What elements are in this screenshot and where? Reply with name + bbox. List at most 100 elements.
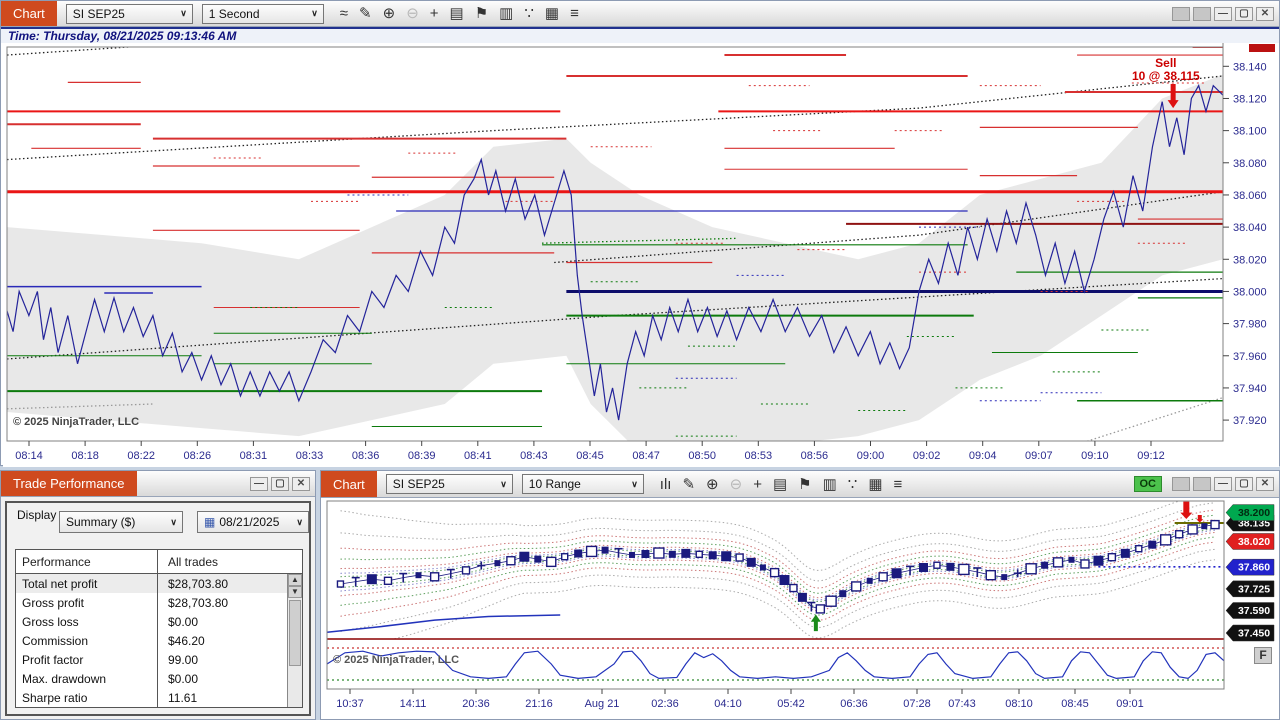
price-chart-1-second[interactable]: Sell 10 @ 38.115 38.140 38.120 38.100 38.080 3… bbox=[3, 43, 1279, 467]
chevron-down-icon: ∨ bbox=[180, 8, 187, 18]
zoom-in-icon[interactable]: ⊕ bbox=[383, 6, 396, 21]
table-row[interactable]: Total net profit $28,703.80 bbox=[16, 574, 302, 593]
scrollbar-thumb[interactable] bbox=[289, 600, 301, 666]
indicators-icon[interactable]: ▥ bbox=[823, 477, 837, 492]
data-box-icon[interactable]: ▤ bbox=[450, 6, 464, 21]
link-button-1[interactable] bbox=[1172, 477, 1190, 491]
metric-value: $46.20 bbox=[168, 633, 205, 648]
minimize-button[interactable]: — bbox=[250, 476, 268, 491]
instrument-selector[interactable]: SI SEP25 ∨ bbox=[385, 474, 513, 494]
display-selector[interactable]: Summary ($) ∨ bbox=[59, 511, 183, 533]
restore-button[interactable]: ▢ bbox=[1235, 477, 1253, 491]
svg-text:21:16: 21:16 bbox=[525, 698, 553, 710]
date-picker[interactable]: ▦ 08/21/2025 ∨ bbox=[197, 511, 309, 533]
strategies-icon[interactable]: ∵ bbox=[848, 477, 858, 492]
link-button-2[interactable] bbox=[1193, 6, 1211, 21]
svg-text:Sell: Sell bbox=[1155, 56, 1176, 70]
svg-text:08:45: 08:45 bbox=[1061, 698, 1089, 710]
window-title: Trade Performance bbox=[1, 471, 137, 496]
svg-text:10 @ 38.115: 10 @ 38.115 bbox=[1132, 69, 1200, 83]
oc-badge[interactable]: OC bbox=[1133, 476, 1162, 492]
svg-text:08:50: 08:50 bbox=[688, 450, 716, 462]
close-button[interactable]: ✕ bbox=[1256, 477, 1274, 491]
restore-button[interactable]: ▢ bbox=[1235, 6, 1253, 21]
svg-text:37.860: 37.860 bbox=[1238, 562, 1270, 574]
titlebar-trade-performance[interactable]: Trade Performance — ▢ ✕ bbox=[1, 471, 315, 497]
time-status: Time: Thursday, 08/21/2025 09:13:46 AM bbox=[1, 27, 1279, 43]
svg-text:38.060: 38.060 bbox=[1233, 190, 1267, 202]
data-box-icon[interactable]: ▤ bbox=[773, 477, 787, 492]
chart-style-icon[interactable]: ≈ bbox=[340, 6, 348, 21]
table-row[interactable]: Gross profit $28,703.80 bbox=[16, 593, 302, 612]
chart-toolbar: ılı ✎ ⊕ ⊖ + ▤ ⚑ ▥ ∵ ▦ ≡ bbox=[660, 477, 903, 492]
performance-table: Performance All trades Total net profit $… bbox=[15, 549, 303, 708]
minimize-button[interactable]: — bbox=[1214, 6, 1232, 21]
drawing-tools-icon[interactable]: ✎ bbox=[682, 477, 695, 492]
interval-selector[interactable]: 10 Range ∨ bbox=[521, 474, 644, 494]
scroll-down-icon[interactable]: ▼ bbox=[288, 586, 302, 598]
metric-value: 11.61 bbox=[168, 690, 198, 705]
table-row[interactable]: Sharpe ratio 11.61 bbox=[16, 688, 302, 707]
svg-text:37.980: 37.980 bbox=[1233, 319, 1267, 331]
chevron-down-icon: ∨ bbox=[296, 516, 303, 527]
table-scrollbar[interactable]: ▲ ▼ bbox=[287, 574, 302, 707]
svg-text:09:00: 09:00 bbox=[857, 450, 885, 462]
crosshair-icon[interactable]: + bbox=[753, 477, 762, 492]
strategies-icon[interactable]: ∵ bbox=[524, 6, 534, 21]
svg-text:08:41: 08:41 bbox=[464, 450, 492, 462]
window-buttons: — ▢ ✕ bbox=[1172, 6, 1274, 21]
chart-trader-icon[interactable]: ⚑ bbox=[475, 6, 488, 21]
display-label: Display bbox=[17, 508, 57, 522]
close-button[interactable]: ✕ bbox=[1256, 6, 1274, 21]
instrument-selector[interactable]: SI SEP25 ∨ bbox=[65, 3, 193, 24]
titlebar-top-chart[interactable]: Chart SI SEP25 ∨ 1 Second ∨ ≈ ✎ ⊕ ⊖ + ▤ ⚑ ▥ ∵ ▦ ≡ … bbox=[1, 1, 1279, 27]
svg-text:02:36: 02:36 bbox=[651, 698, 679, 710]
object-list-icon[interactable]: ≡ bbox=[894, 477, 903, 492]
table-rows: Total net profit $28,703.80 Gross profit $2… bbox=[16, 574, 302, 707]
chart-style-icon[interactable]: ılı bbox=[660, 477, 672, 492]
chart-toolbar: ≈ ✎ ⊕ ⊖ + ▤ ⚑ ▥ ∵ ▦ ≡ bbox=[340, 6, 579, 21]
column-header-performance[interactable]: Performance bbox=[16, 550, 158, 573]
svg-text:38.000: 38.000 bbox=[1233, 286, 1267, 298]
chart-window-top: Chart SI SEP25 ∨ 1 Second ∨ ≈ ✎ ⊕ ⊖ + ▤ ⚑ ▥ ∵ ▦ ≡ … bbox=[0, 0, 1280, 467]
titlebar-bottom-chart[interactable]: Chart SI SEP25 ∨ 10 Range ∨ ılı ✎ ⊕ ⊖ + ▤ ⚑ ▥ ∵ ▦… bbox=[321, 471, 1279, 498]
calendar-icon: ▦ bbox=[204, 515, 216, 529]
svg-text:09:02: 09:02 bbox=[913, 450, 941, 462]
table-row[interactable]: Max. drawdown $0.00 bbox=[16, 669, 302, 688]
metric-label: Gross loss bbox=[16, 612, 158, 631]
metric-label: Gross profit bbox=[16, 593, 158, 612]
svg-text:10:37: 10:37 bbox=[336, 698, 364, 710]
svg-text:20:36: 20:36 bbox=[462, 698, 490, 710]
zoom-out-icon[interactable]: ⊖ bbox=[730, 477, 743, 492]
crosshair-icon[interactable]: + bbox=[430, 6, 439, 21]
svg-text:08:18: 08:18 bbox=[71, 450, 99, 462]
object-list-icon[interactable]: ≡ bbox=[570, 6, 579, 21]
drawing-tools-icon[interactable]: ✎ bbox=[359, 6, 372, 21]
zoom-in-icon[interactable]: ⊕ bbox=[706, 477, 719, 492]
link-button-1[interactable] bbox=[1172, 6, 1190, 21]
metric-label: Max. drawdown bbox=[16, 669, 158, 688]
properties-icon[interactable]: ▦ bbox=[868, 477, 882, 492]
zoom-out-icon[interactable]: ⊖ bbox=[406, 6, 419, 21]
close-button[interactable]: ✕ bbox=[292, 476, 310, 491]
minimize-button[interactable]: — bbox=[1214, 477, 1232, 491]
properties-icon[interactable]: ▦ bbox=[545, 6, 559, 21]
restore-button[interactable]: ▢ bbox=[271, 476, 289, 491]
fit-button[interactable]: F bbox=[1254, 647, 1272, 664]
table-row[interactable]: Gross loss $0.00 bbox=[16, 612, 302, 631]
scroll-up-icon[interactable]: ▲ bbox=[288, 574, 302, 586]
indicators-icon[interactable]: ▥ bbox=[499, 6, 513, 21]
svg-text:08:36: 08:36 bbox=[352, 450, 380, 462]
table-row[interactable]: Profit factor 99.00 bbox=[16, 650, 302, 669]
table-header: Performance All trades bbox=[16, 550, 302, 574]
interval-selector[interactable]: 1 Second ∨ bbox=[201, 3, 324, 24]
column-header-all-trades[interactable]: All trades bbox=[158, 550, 302, 573]
window-buttons: — ▢ ✕ bbox=[250, 476, 310, 491]
svg-text:38.120: 38.120 bbox=[1233, 93, 1267, 105]
chart-trader-icon[interactable]: ⚑ bbox=[798, 477, 811, 492]
link-button-2[interactable] bbox=[1193, 477, 1211, 491]
desktop: Chart SI SEP25 ∨ 1 Second ∨ ≈ ✎ ⊕ ⊖ + ▤ ⚑ ▥ ∵ ▦ ≡ … bbox=[0, 0, 1280, 720]
price-chart-10-range[interactable]: © 2025 NinjaTrader, LLC 10:37 14:11 20:36 21… bbox=[325, 499, 1277, 719]
svg-text:09:10: 09:10 bbox=[1081, 450, 1109, 462]
table-row[interactable]: Commission $46.20 bbox=[16, 631, 302, 650]
